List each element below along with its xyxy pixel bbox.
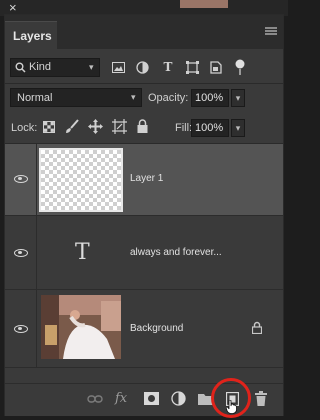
opacity-input[interactable]: 100% bbox=[191, 89, 229, 107]
layer-row-background[interactable]: Background bbox=[5, 290, 283, 368]
link-layers-icon[interactable] bbox=[87, 394, 103, 404]
type-filter-icon[interactable]: T bbox=[161, 60, 175, 74]
lock-all-icon[interactable] bbox=[137, 119, 148, 133]
lock-icon bbox=[252, 321, 262, 334]
layer-name[interactable]: Layer 1 bbox=[130, 173, 163, 184]
image-filter-icon[interactable] bbox=[112, 62, 125, 73]
visibility-column bbox=[5, 144, 37, 215]
blend-mode-value: Normal bbox=[17, 92, 53, 104]
hand-cursor-icon bbox=[226, 400, 237, 414]
filter-kind-select[interactable]: Kind ▾ bbox=[10, 58, 100, 77]
visibility-column bbox=[5, 290, 37, 367]
search-icon bbox=[15, 62, 26, 73]
fill-label: Fill: bbox=[175, 122, 193, 134]
fx-icon[interactable]: fx bbox=[115, 392, 127, 406]
eye-icon[interactable] bbox=[14, 175, 28, 183]
adjustment-filter-icon[interactable] bbox=[136, 61, 149, 74]
layer-row-type[interactable]: T always and forever... bbox=[5, 216, 283, 290]
add-mask-icon[interactable] bbox=[144, 392, 159, 405]
chevron-down-icon: ▾ bbox=[131, 92, 136, 102]
lock-image-pixels-brush-icon[interactable] bbox=[65, 119, 79, 134]
layer-name[interactable]: Background bbox=[130, 323, 183, 334]
lock-row: Lock: Fill: 100% ▾ bbox=[5, 116, 283, 140]
opacity-dropdown-button[interactable]: ▾ bbox=[231, 89, 245, 107]
panel-menu-icon[interactable] bbox=[265, 27, 277, 35]
background-canvas-edge bbox=[180, 0, 228, 8]
chevron-down-icon: ▾ bbox=[89, 62, 94, 72]
divider bbox=[5, 83, 283, 84]
layer-thumbnail-transparent bbox=[39, 148, 123, 212]
eye-icon[interactable] bbox=[14, 325, 28, 333]
lock-artboard-nesting-icon[interactable] bbox=[112, 119, 128, 134]
filter-row: Kind ▾ T bbox=[5, 57, 283, 79]
fill-input[interactable]: 100% bbox=[191, 119, 229, 137]
fill-dropdown-button[interactable]: ▾ bbox=[231, 119, 245, 137]
panel-tab-bar: Layers bbox=[5, 15, 283, 50]
lock-label: Lock: bbox=[11, 122, 38, 134]
smart-object-filter-icon[interactable] bbox=[210, 61, 222, 74]
close-icon[interactable]: × bbox=[9, 1, 17, 15]
adjustment-layer-icon[interactable] bbox=[171, 391, 186, 406]
visibility-column bbox=[5, 216, 37, 289]
blend-mode-select[interactable]: Normal ▾ bbox=[10, 88, 142, 107]
eye-icon[interactable] bbox=[14, 249, 28, 257]
layers-panel: Layers Kind ▾ T Normal ▾ Opacity: 100% ▾… bbox=[4, 14, 284, 416]
delete-layer-icon[interactable] bbox=[255, 391, 267, 406]
background-photo-thumbnail bbox=[41, 295, 121, 359]
shape-filter-icon[interactable] bbox=[186, 61, 199, 74]
filter-toggle-icon[interactable] bbox=[233, 59, 247, 76]
filter-kind-label: Kind bbox=[29, 61, 52, 73]
opacity-label: Opacity: bbox=[148, 92, 189, 104]
tab-layers[interactable]: Layers bbox=[5, 21, 57, 50]
layer-name[interactable]: always and forever... bbox=[130, 247, 222, 258]
layer-row-layer-1[interactable]: Layer 1 bbox=[5, 144, 283, 216]
lock-transparent-pixels-icon[interactable] bbox=[43, 121, 55, 133]
tab-layers-label: Layers bbox=[13, 29, 52, 43]
type-layer-thumbnail-icon: T bbox=[75, 240, 90, 265]
blend-row: Normal ▾ Opacity: 100% ▾ bbox=[5, 87, 283, 109]
lock-position-move-icon[interactable] bbox=[88, 119, 103, 134]
